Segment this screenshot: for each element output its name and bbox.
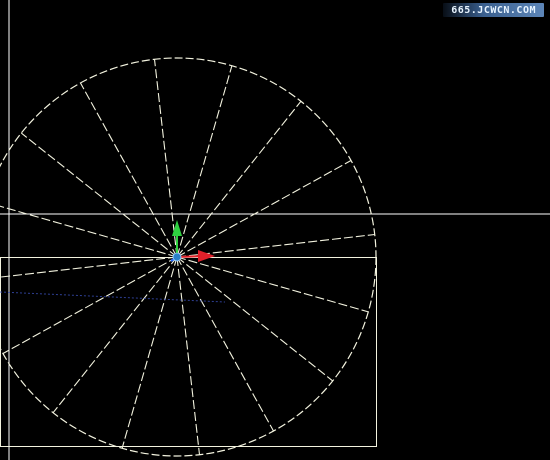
rectangle-outline bbox=[0, 257, 377, 447]
drawing-canvas[interactable] bbox=[0, 0, 550, 460]
radial-spoke bbox=[176, 256, 201, 455]
radial-spoke bbox=[0, 256, 178, 278]
cad-viewport[interactable]: 665.JCWCN.COM bbox=[0, 0, 550, 460]
radial-spoke bbox=[52, 256, 178, 414]
x-axis-arrow-icon bbox=[198, 250, 215, 262]
radial-spoke bbox=[80, 82, 178, 258]
site-watermark: 665.JCWCN.COM bbox=[443, 3, 544, 17]
radial-spoke bbox=[121, 256, 178, 449]
ucs-origin-icon bbox=[172, 252, 182, 262]
selection-trace-line bbox=[0, 291, 226, 303]
radial-spoke bbox=[0, 205, 178, 258]
radial-spoke bbox=[176, 256, 369, 313]
radial-spoke bbox=[2, 256, 178, 354]
radial-spoke bbox=[176, 256, 334, 382]
radial-spoke bbox=[153, 59, 178, 258]
radial-spoke bbox=[20, 132, 178, 258]
radial-spoke bbox=[176, 256, 274, 432]
radial-spoke bbox=[176, 65, 233, 258]
radial-spoke bbox=[176, 100, 302, 258]
radial-spoke bbox=[176, 160, 352, 258]
